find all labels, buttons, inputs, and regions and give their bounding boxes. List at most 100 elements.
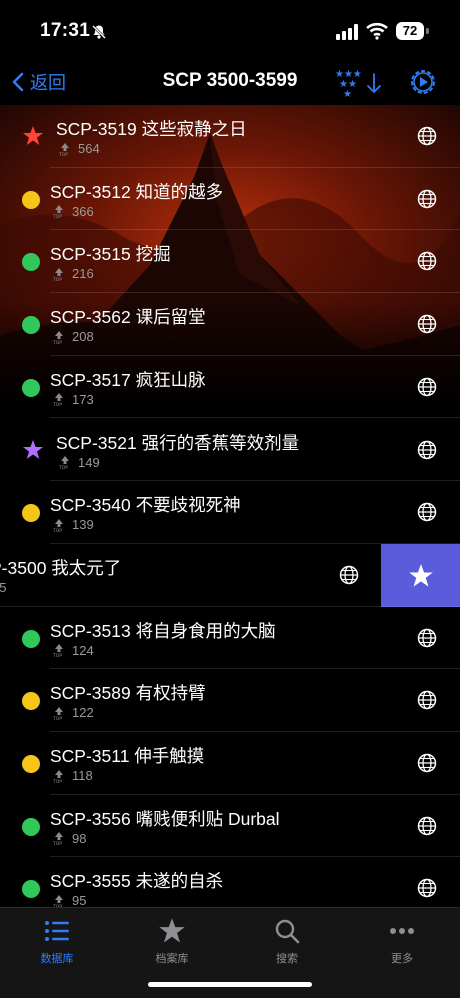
top-rating-icon: TOP bbox=[52, 769, 63, 783]
list-item[interactable]: SCP-3556 嘴贱便利贴 Durbal TOP 98 bbox=[0, 795, 460, 858]
svg-text:TOP: TOP bbox=[52, 841, 62, 845]
item-votes: TOP95 bbox=[52, 893, 86, 907]
globe-icon[interactable] bbox=[339, 565, 359, 585]
silent-bell-icon bbox=[92, 25, 106, 39]
status-bar: 17:31 72 bbox=[0, 0, 460, 60]
globe-icon[interactable] bbox=[417, 816, 437, 836]
item-title: P-3500 我太元了 bbox=[0, 557, 122, 578]
tab-archive[interactable]: 档案库 bbox=[127, 916, 217, 966]
item-title: SCP-3589 有权持臂 bbox=[50, 683, 206, 704]
item-votes: TOP 564 bbox=[58, 141, 100, 156]
item-votes: TOP 98 bbox=[52, 830, 87, 846]
top-rating-icon: TOP bbox=[52, 706, 63, 720]
list-item[interactable]: SCP-3521 强行的香蕉等效剂量 TOP 149 bbox=[0, 419, 460, 482]
top-rating-icon: TOP bbox=[52, 644, 63, 657]
globe-icon[interactable] bbox=[417, 878, 437, 898]
top-rating-icon: TOP bbox=[52, 393, 63, 406]
item-votes: TOP 118 bbox=[52, 768, 93, 783]
green-dot-icon bbox=[22, 316, 40, 335]
sort-by-rating-button[interactable]: ★★★ ★★ ★ bbox=[332, 66, 384, 100]
list-item-swiped[interactable]: P-3500 我太元了 25 bbox=[0, 543, 460, 607]
favorite-swipe-button[interactable] bbox=[381, 543, 460, 607]
tab-label: 搜索 bbox=[276, 953, 298, 965]
item-votes: 25 bbox=[0, 579, 7, 595]
list-item[interactable]: SCP-3511 伸手触摸 TOP 118 bbox=[0, 732, 460, 795]
svg-text:TOP: TOP bbox=[52, 277, 62, 281]
list-item[interactable]: SCP-3540 不要歧视死神 TOP 139 bbox=[0, 481, 460, 544]
globe-icon[interactable] bbox=[417, 377, 437, 397]
item-votes: TOP 124 bbox=[52, 642, 94, 658]
green-dot-icon bbox=[22, 880, 40, 899]
item-title: SCP-3555 未遂的自杀 bbox=[50, 871, 224, 892]
globe-icon[interactable] bbox=[417, 440, 437, 460]
svg-text:TOP: TOP bbox=[52, 402, 62, 406]
green-dot-icon bbox=[22, 378, 40, 397]
item-votes: TOP 122 bbox=[52, 705, 94, 721]
green-dot-icon bbox=[22, 817, 40, 836]
globe-icon[interactable] bbox=[417, 690, 437, 710]
item-title: SCP-3521 强行的香蕉等效剂量 bbox=[56, 432, 300, 453]
svg-text:TOP: TOP bbox=[52, 653, 62, 657]
globe-icon[interactable] bbox=[417, 753, 437, 773]
list-item[interactable]: SCP-3512 知道的越多 TOP 366 bbox=[0, 168, 460, 231]
cellular-signal-icon bbox=[336, 24, 358, 40]
battery-tip bbox=[426, 28, 429, 34]
globe-icon[interactable] bbox=[417, 314, 437, 334]
home-indicator bbox=[148, 982, 312, 987]
svg-text:TOP: TOP bbox=[52, 214, 62, 218]
search-icon bbox=[275, 919, 300, 944]
item-title: SCP-3519 这些寂静之日 bbox=[56, 119, 247, 139]
tab-search[interactable]: 搜索 bbox=[242, 916, 332, 966]
item-title: SCP-3511 伸手触摸 bbox=[50, 746, 205, 766]
list-item[interactable]: SCP-3517 疯狂山脉 TOP 173 bbox=[0, 356, 460, 419]
globe-icon[interactable] bbox=[417, 126, 437, 146]
tab-database[interactable]: 数据库 bbox=[12, 916, 102, 966]
top-rating-icon: TOP bbox=[52, 894, 63, 907]
globe-icon[interactable] bbox=[417, 628, 437, 648]
battery-indicator: 72 bbox=[396, 22, 424, 40]
purple-star-icon bbox=[23, 439, 43, 459]
svg-text:TOP: TOP bbox=[52, 779, 62, 783]
item-votes: TOP 149 bbox=[58, 454, 100, 470]
item-votes: TOP 173 bbox=[52, 391, 94, 407]
tab-label: 更多 bbox=[391, 953, 413, 965]
navigation-bar: 返回 SCP 3500-3599 ★★★ ★★ ★ bbox=[0, 60, 460, 104]
red-star-icon bbox=[23, 126, 43, 145]
item-votes: TOP 216 bbox=[52, 266, 94, 282]
tab-more[interactable]: 更多 bbox=[357, 916, 447, 966]
top-rating-icon: TOP bbox=[52, 518, 63, 532]
item-title: SCP-3513 将自身食用的大脑 bbox=[50, 620, 276, 641]
scp-list[interactable]: SCP-3519 这些寂静之日 TOP 564 SCP-3512 知道的越多 TO… bbox=[0, 105, 460, 907]
item-title: SCP-3517 疯狂山脉 bbox=[50, 369, 206, 390]
globe-icon[interactable] bbox=[417, 502, 437, 522]
list-item[interactable]: SCP-3589 有权持臂 TOP 122 bbox=[0, 669, 460, 732]
star-icon bbox=[159, 918, 185, 943]
svg-text:TOP: TOP bbox=[52, 528, 62, 532]
status-time: 17:31 bbox=[40, 20, 91, 41]
list-item[interactable]: SCP-3515 挖掘 TOP 216 bbox=[0, 230, 460, 294]
page-title: SCP 3500-3599 bbox=[162, 70, 298, 91]
item-votes: TOP 139 bbox=[52, 517, 94, 533]
top-rating-icon: TOP bbox=[52, 205, 63, 218]
item-title: SCP-3515 挖掘 bbox=[50, 244, 171, 265]
svg-text:TOP: TOP bbox=[52, 716, 62, 720]
top-rating-icon: TOP bbox=[52, 832, 63, 845]
tab-label: 档案库 bbox=[155, 953, 189, 965]
item-title: SCP-3562 课后留堂 bbox=[50, 307, 206, 328]
globe-icon[interactable] bbox=[417, 251, 437, 271]
green-dot-icon bbox=[22, 629, 40, 648]
settings-button[interactable] bbox=[408, 67, 438, 97]
globe-icon[interactable] bbox=[417, 189, 437, 209]
list-icon bbox=[45, 921, 69, 941]
list-item[interactable]: SCP-3555 未遂的自杀 TOP95 bbox=[0, 857, 460, 907]
list-item[interactable]: SCP-3562 课后留堂 TOP 208 bbox=[0, 293, 460, 356]
item-title: SCP-3556 嘴贱便利贴 Durbal bbox=[50, 808, 280, 829]
item-votes: TOP 366 bbox=[52, 203, 94, 219]
list-item[interactable]: SCP-3519 这些寂静之日 TOP 564 bbox=[0, 105, 460, 168]
rating-sort-icon: ★★★ ★★ ★ bbox=[335, 69, 381, 100]
list-item[interactable]: SCP-3513 将自身食用的大脑 TOP 124 bbox=[0, 607, 460, 670]
yellow-dot-icon bbox=[22, 504, 40, 523]
top-rating-icon: TOP bbox=[58, 456, 69, 469]
svg-text:★: ★ bbox=[343, 89, 352, 100]
item-votes: TOP 208 bbox=[52, 329, 94, 345]
